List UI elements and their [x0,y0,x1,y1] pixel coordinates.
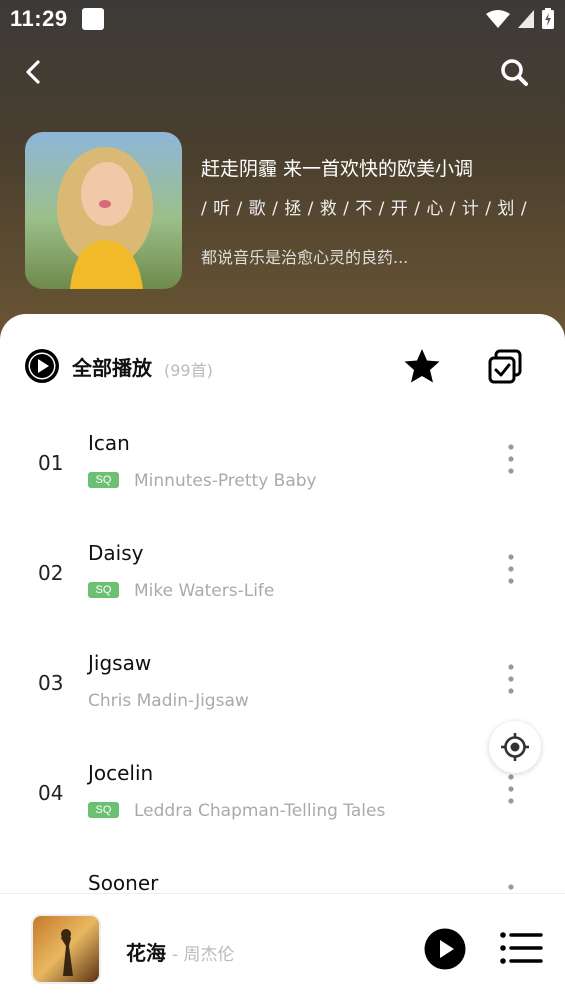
song-index: 03 [38,671,64,695]
play-icon[interactable] [424,928,466,970]
playlist-description[interactable]: 都说音乐是治愈心灵的良药... [201,244,408,268]
more-vert-icon[interactable] [500,551,522,587]
song-row[interactable]: 01 Ican SQ Minnutes-Pretty Baby [0,405,565,515]
song-title: Sooner [88,871,159,893]
more-vert-icon[interactable] [500,881,522,893]
player-song-title: 花海 [126,941,166,965]
playlist-cover[interactable] [25,132,182,289]
playlist-tags: / 听 / 歌 / 拯 / 救 / 不 / 开 / 心 / 计 / 划 / [201,199,528,219]
player-artist: - 周杰伦 [172,945,235,965]
locate-button[interactable] [489,721,541,773]
sq-badge: SQ [88,582,119,598]
song-artist: Mike Waters-Life [134,581,275,601]
battery-icon [542,8,554,29]
song-artist: Leddra Chapman-Telling Tales [134,801,386,821]
song-index: 02 [38,561,64,585]
more-vert-icon[interactable] [500,441,522,477]
song-artist: Chris Madin-Jigsaw [88,691,249,711]
playlist-title: 赶走阴霾 来一首欢快的欧美小调 [201,158,474,180]
notification-icon [82,8,104,30]
song-row[interactable]: 02 Daisy SQ Mike Waters-Life [0,515,565,625]
song-index: 04 [38,781,64,805]
sq-badge: SQ [88,802,119,818]
locate-icon [501,733,529,761]
player-cover[interactable] [31,914,101,984]
song-count: (99首) [164,361,213,380]
player-cover-image [33,916,99,982]
cover-image [25,132,182,289]
search-icon[interactable] [498,56,530,88]
play-all-button[interactable]: 全部播放 [72,352,152,381]
status-icons [485,8,555,30]
song-row[interactable]: 03 Jigsaw Chris Madin-Jigsaw [0,625,565,735]
status-bar: 11:29 [0,0,565,38]
song-row[interactable]: Sooner [0,845,565,893]
play-circle-icon[interactable] [24,348,60,384]
song-title: Jocelin [88,761,154,785]
more-vert-icon[interactable] [500,661,522,697]
signal-icon [518,10,534,28]
sq-badge: SQ [88,472,119,488]
more-vert-icon[interactable] [500,771,522,807]
song-title: Daisy [88,541,144,565]
multi-select-icon[interactable] [485,347,525,387]
song-artist: Minnutes-Pretty Baby [134,471,317,491]
song-title: Jigsaw [88,651,152,675]
status-time: 11:29 [10,6,68,31]
back-icon[interactable] [20,56,50,88]
wifi-icon [486,10,510,28]
playlist-icon[interactable] [499,930,543,966]
song-list: 01 Ican SQ Minnutes-Pretty Baby 02 Daisy… [0,405,565,893]
song-row[interactable]: 04 Jocelin SQ Leddra Chapman-Telling Tal… [0,735,565,845]
song-title: Ican [88,431,130,455]
song-index: 01 [38,451,64,475]
star-icon[interactable] [402,346,442,386]
